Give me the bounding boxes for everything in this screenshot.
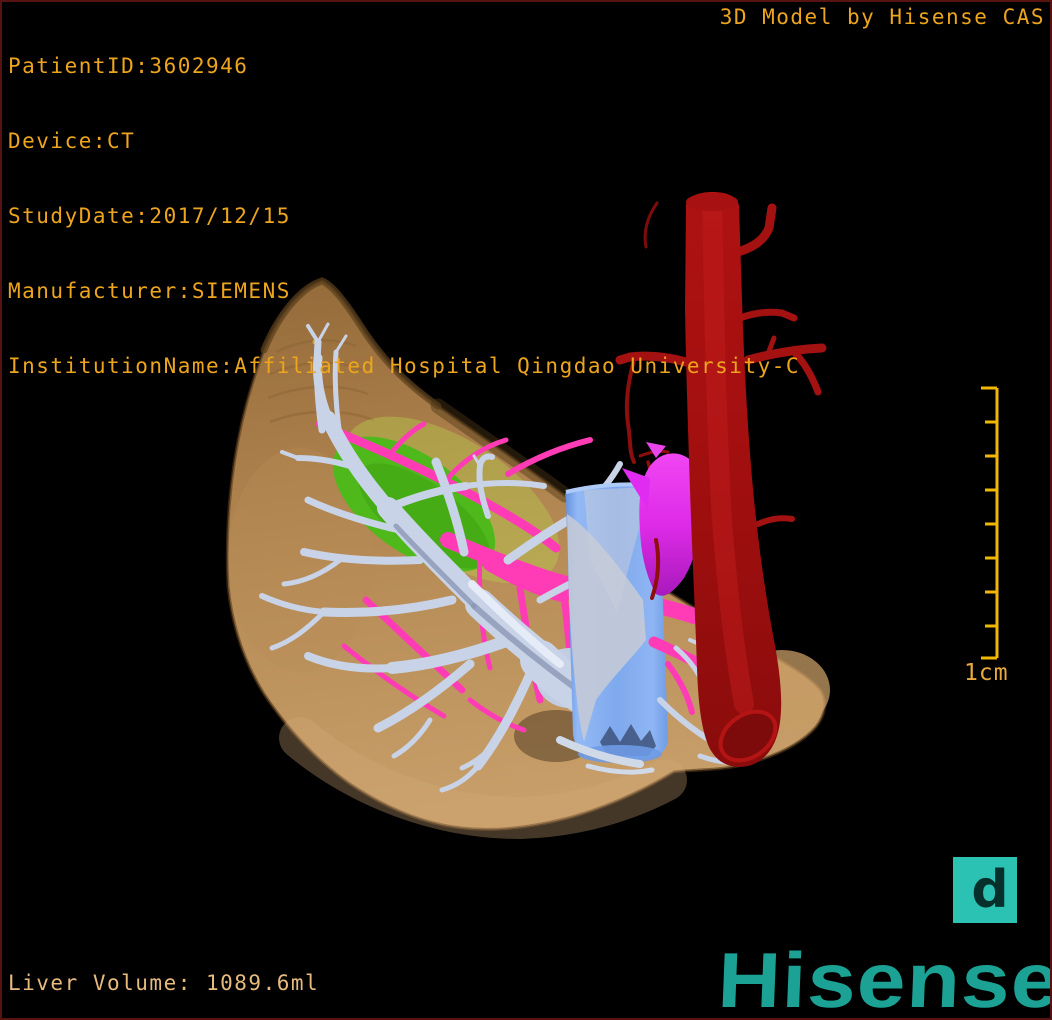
institution-line: InstitutionName:Affiliated Hospital Qing… bbox=[8, 354, 801, 378]
d-icon-letter: d bbox=[971, 860, 1009, 920]
patient-id-line: PatientID:3602946 bbox=[8, 54, 249, 78]
credit-overlay: 3D Model by Hisense CAS bbox=[719, 5, 1045, 29]
scale-label: 1cm bbox=[964, 660, 1009, 686]
liver-volume-readout: Liver Volume: 1089.6ml bbox=[8, 971, 320, 995]
scale-ruler bbox=[981, 386, 999, 660]
study-date-line: StudyDate:2017/12/15 bbox=[8, 204, 291, 228]
cas-3d-viewer-window: PatientID:3602946 Device:CT StudyDate:20… bbox=[0, 0, 1052, 1020]
device-line: Device:CT bbox=[8, 129, 136, 153]
hisense-logo: Hisense bbox=[716, 936, 1052, 1020]
hisense-d-icon: d bbox=[953, 857, 1017, 923]
manufacturer-line: Manufacturer:SIEMENS bbox=[8, 279, 291, 303]
patient-info-overlay: PatientID:3602946 Device:CT StudyDate:20… bbox=[8, 4, 800, 429]
